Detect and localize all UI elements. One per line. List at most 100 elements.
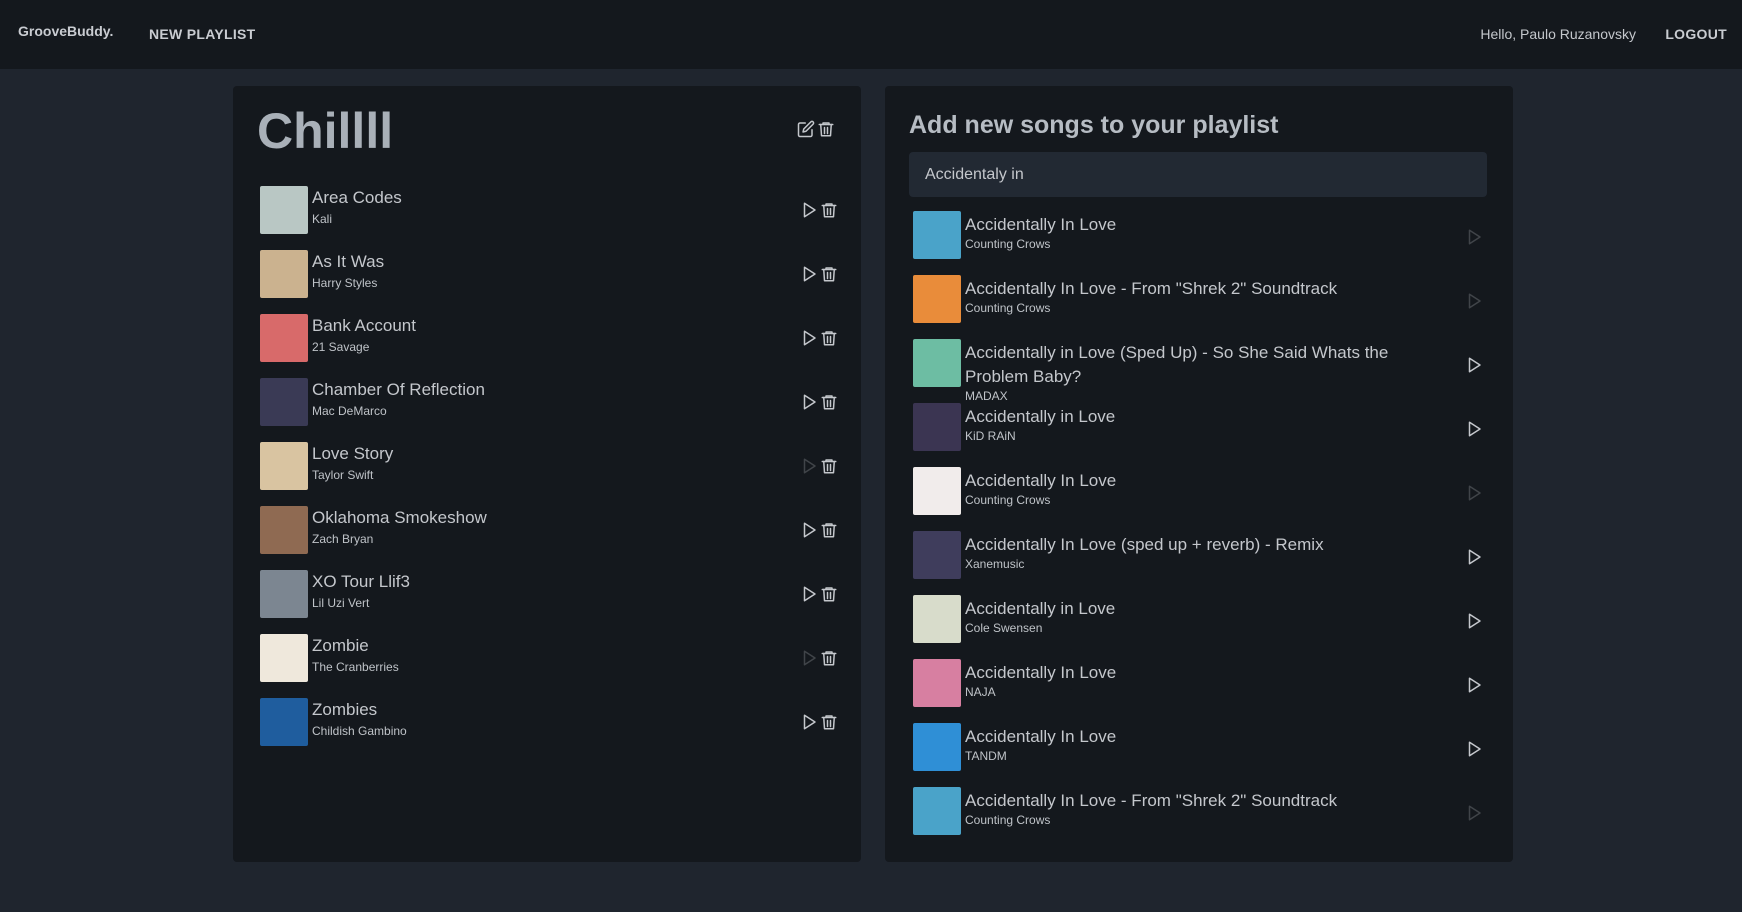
result-artist: Counting Crows bbox=[965, 813, 1051, 827]
song-title: Love Story bbox=[312, 444, 394, 463]
play-icon[interactable] bbox=[800, 457, 818, 475]
song-title: Zombies bbox=[312, 700, 378, 719]
song-title: Zombie bbox=[312, 636, 369, 655]
play-icon[interactable] bbox=[800, 713, 818, 731]
search-results-list: Accidentally In Love Counting Crows Accide… bbox=[913, 211, 1487, 851]
song-title: XO Tour Llif3 bbox=[312, 572, 410, 591]
play-icon[interactable] bbox=[1465, 484, 1483, 502]
album-cover bbox=[260, 698, 308, 746]
result-title: Accidentally In Love - From "Shrek 2" So… bbox=[965, 791, 1338, 810]
trash-icon[interactable] bbox=[817, 120, 835, 138]
result-title: Accidentally in Love bbox=[965, 599, 1116, 618]
trash-icon[interactable] bbox=[820, 713, 838, 731]
playlist-row: Bank Account 21 Savage bbox=[260, 314, 838, 378]
song-artist: Zach Bryan bbox=[312, 532, 374, 546]
result-artist: KiD RAiN bbox=[965, 429, 1016, 443]
search-result-row[interactable]: Accidentally In Love - From "Shrek 2" So… bbox=[913, 787, 1487, 851]
play-icon[interactable] bbox=[800, 329, 818, 347]
search-result-row[interactable]: Accidentally In Love NAJA bbox=[913, 659, 1487, 723]
song-title: Bank Account bbox=[312, 316, 416, 335]
result-artist: Xanemusic bbox=[965, 557, 1025, 571]
search-result-row[interactable]: Accidentally In Love (sped up + reverb) … bbox=[913, 531, 1487, 595]
play-icon[interactable] bbox=[1465, 676, 1483, 694]
result-title: Accidentally In Love bbox=[965, 727, 1117, 746]
play-icon[interactable] bbox=[1465, 740, 1483, 758]
album-cover bbox=[913, 595, 961, 643]
top-navbar: GrooveBuddy. NEW PLAYLIST Hello, Paulo R… bbox=[0, 0, 1742, 69]
song-artist: Kali bbox=[312, 212, 333, 226]
playlist-row: Zombies Childish Gambino bbox=[260, 698, 838, 762]
song-title: As It Was bbox=[312, 252, 385, 271]
song-artist: Lil Uzi Vert bbox=[312, 596, 370, 610]
album-cover bbox=[260, 250, 308, 298]
playlist-row: Oklahoma Smokeshow Zach Bryan bbox=[260, 506, 838, 570]
play-icon[interactable] bbox=[800, 521, 818, 539]
result-title: Accidentally in Love bbox=[965, 407, 1116, 426]
play-icon[interactable] bbox=[800, 393, 818, 411]
album-cover bbox=[913, 659, 961, 707]
search-result-row[interactable]: Accidentally in Love Cole Swensen bbox=[913, 595, 1487, 659]
playlist-title: Chillll bbox=[257, 103, 394, 159]
album-cover bbox=[913, 403, 961, 451]
result-artist: NAJA bbox=[965, 685, 996, 699]
play-icon[interactable] bbox=[1465, 292, 1483, 310]
logout-link[interactable]: LOGOUT bbox=[1665, 26, 1727, 42]
play-icon[interactable] bbox=[1465, 804, 1483, 822]
album-cover bbox=[260, 186, 308, 234]
playlist-song-list: Area Codes Kali As It Was Harry Styles Bank … bbox=[260, 186, 838, 762]
result-title: Accidentally In Love bbox=[965, 215, 1117, 234]
search-result-row[interactable]: Accidentally In Love Counting Crows bbox=[913, 211, 1487, 275]
play-icon[interactable] bbox=[1465, 612, 1483, 630]
search-result-row[interactable]: Accidentally In Love - From "Shrek 2" So… bbox=[913, 275, 1487, 339]
row-actions bbox=[800, 585, 838, 603]
song-title: Oklahoma Smokeshow bbox=[312, 508, 487, 527]
trash-icon[interactable] bbox=[820, 521, 838, 539]
album-cover bbox=[913, 275, 961, 323]
result-title: Accidentally In Love (sped up + reverb) … bbox=[965, 535, 1324, 554]
trash-icon[interactable] bbox=[820, 457, 838, 475]
album-cover bbox=[913, 211, 961, 259]
trash-icon[interactable] bbox=[820, 201, 838, 219]
search-result-row[interactable]: Accidentally in Love (Sped Up) - So She … bbox=[913, 339, 1487, 403]
row-actions bbox=[800, 713, 838, 731]
trash-icon[interactable] bbox=[820, 585, 838, 603]
play-icon[interactable] bbox=[1465, 548, 1483, 566]
row-actions bbox=[800, 329, 838, 347]
edit-icon[interactable] bbox=[797, 120, 815, 138]
trash-icon[interactable] bbox=[820, 329, 838, 347]
playlist-row: XO Tour Llif3 Lil Uzi Vert bbox=[260, 570, 838, 634]
add-songs-title: Add new songs to your playlist bbox=[909, 111, 1279, 139]
play-icon[interactable] bbox=[1465, 356, 1483, 374]
album-cover bbox=[260, 570, 308, 618]
play-icon[interactable] bbox=[800, 265, 818, 283]
new-playlist-link[interactable]: NEW PLAYLIST bbox=[149, 26, 256, 42]
play-icon[interactable] bbox=[1465, 228, 1483, 246]
song-artist: The Cranberries bbox=[312, 660, 399, 674]
brand-logo[interactable]: GrooveBuddy. bbox=[18, 23, 113, 39]
album-cover bbox=[260, 634, 308, 682]
album-cover bbox=[913, 787, 961, 835]
row-actions bbox=[800, 201, 838, 219]
playlist-row: Area Codes Kali bbox=[260, 186, 838, 250]
song-search-input[interactable] bbox=[909, 152, 1487, 197]
play-icon[interactable] bbox=[800, 201, 818, 219]
album-cover bbox=[913, 467, 961, 515]
album-cover bbox=[913, 339, 961, 387]
album-cover bbox=[913, 531, 961, 579]
result-title: Accidentally In Love bbox=[965, 471, 1117, 490]
search-result-row[interactable]: Accidentally in Love KiD RAiN bbox=[913, 403, 1487, 467]
search-result-row[interactable]: Accidentally In Love Counting Crows bbox=[913, 467, 1487, 531]
song-artist: Mac DeMarco bbox=[312, 404, 387, 418]
trash-icon[interactable] bbox=[820, 649, 838, 667]
song-artist: Childish Gambino bbox=[312, 724, 407, 738]
row-actions bbox=[800, 457, 838, 475]
album-cover bbox=[260, 378, 308, 426]
album-cover bbox=[913, 723, 961, 771]
play-icon[interactable] bbox=[1465, 420, 1483, 438]
play-icon[interactable] bbox=[800, 649, 818, 667]
trash-icon[interactable] bbox=[820, 393, 838, 411]
play-icon[interactable] bbox=[800, 585, 818, 603]
trash-icon[interactable] bbox=[820, 265, 838, 283]
row-actions bbox=[800, 649, 838, 667]
search-result-row[interactable]: Accidentally In Love TANDM bbox=[913, 723, 1487, 787]
